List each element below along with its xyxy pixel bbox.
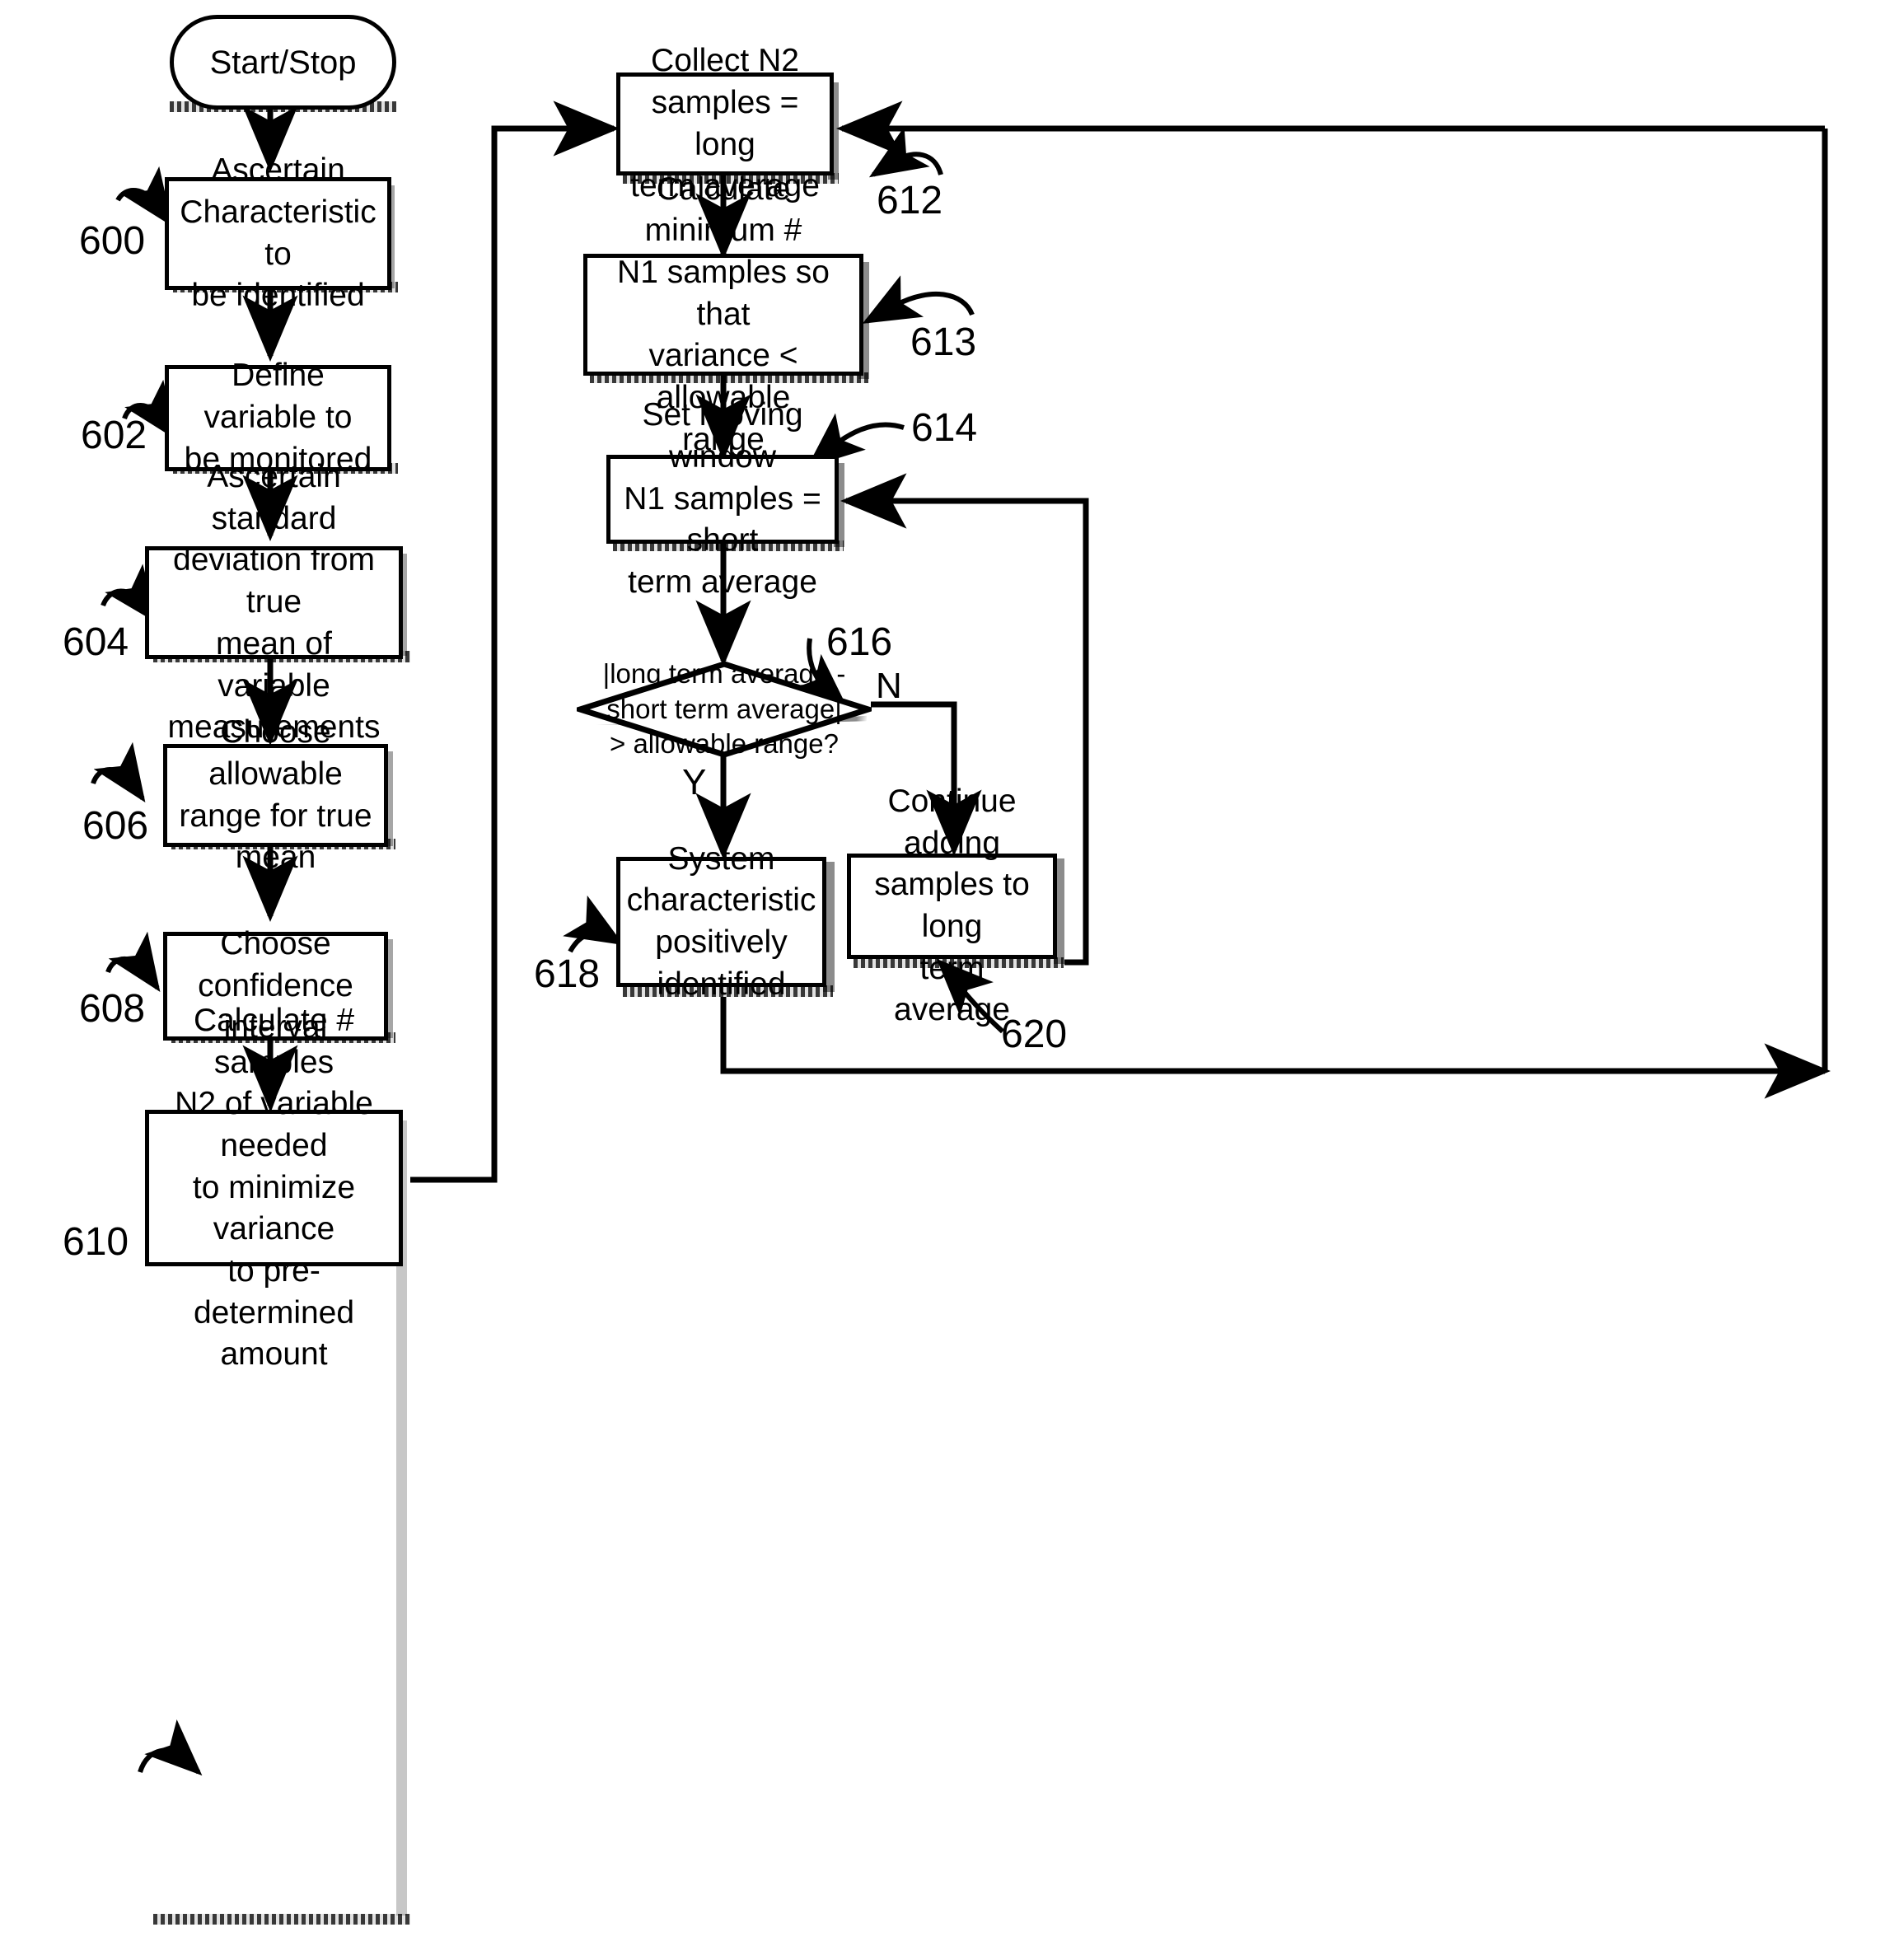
node-616[interactable]: |long term average - short term average|… [570,657,878,760]
leader-612 [868,126,943,178]
flowchart-canvas: Start/Stop Ascertain Characteristic to b… [0,0,1899,1960]
node-600-label: Ascertain Characteristic to be identifie… [180,152,377,314]
ref-618: 618 [534,952,601,996]
node-613[interactable]: Calculate minimum # N1 samples so that v… [583,171,863,457]
ref-604: 604 [63,620,129,664]
ref-608: 608 [79,987,146,1031]
node-606[interactable]: Choose allowable range for true mean [163,714,388,875]
ref-610: 610 [63,1220,129,1264]
node-606-label: Choose allowable range for true mean [179,714,372,876]
node-604-label: Ascertain standard deviation from true m… [167,459,381,746]
leader-610 [138,1719,203,1776]
leader-613 [862,275,975,324]
leader-606 [91,741,146,802]
ref-620: 620 [1001,1013,1068,1056]
node-start-stop-label: Start/Stop [209,44,357,81]
node-620-label: Continue adding samples to long term ave… [874,783,1030,1028]
node-602[interactable]: Define variable to be monitored [165,358,391,477]
ref-614: 614 [911,406,978,450]
shadow-610-bottom [153,1914,410,1925]
node-616-label: |long term average - short term average|… [602,657,846,760]
branch-label-yes: Y [682,762,707,802]
ref-606: 606 [82,804,149,848]
node-610-label: Calculate # samples N2 of variable neede… [175,1002,373,1373]
node-604[interactable]: Ascertain standard deviation from true m… [145,459,403,745]
ref-612: 612 [877,179,943,222]
node-614-label: Set moving window N1 samples = short ter… [624,397,821,601]
ref-616: 616 [826,620,893,664]
ref-613: 613 [910,320,977,364]
node-620[interactable]: Continue adding samples to long term ave… [847,784,1057,1027]
ref-602: 602 [81,414,147,457]
node-614[interactable]: Set moving window N1 samples = short ter… [606,397,839,600]
leader-618 [563,895,624,953]
branch-label-no: N [876,666,902,706]
node-618-label: System characteristic positively identif… [626,840,816,1002]
ref-600: 600 [79,219,146,263]
node-612[interactable]: Collect N2 samples = long term average [616,43,834,203]
node-600[interactable]: Ascertain Characteristic to be identifie… [165,152,391,313]
node-start-stop[interactable]: Start/Stop [170,15,396,110]
node-618[interactable]: System characteristic positively identif… [616,841,826,1002]
node-610[interactable]: Calculate # samples N2 of variable neede… [145,1003,403,1372]
leader-608 [105,931,161,992]
